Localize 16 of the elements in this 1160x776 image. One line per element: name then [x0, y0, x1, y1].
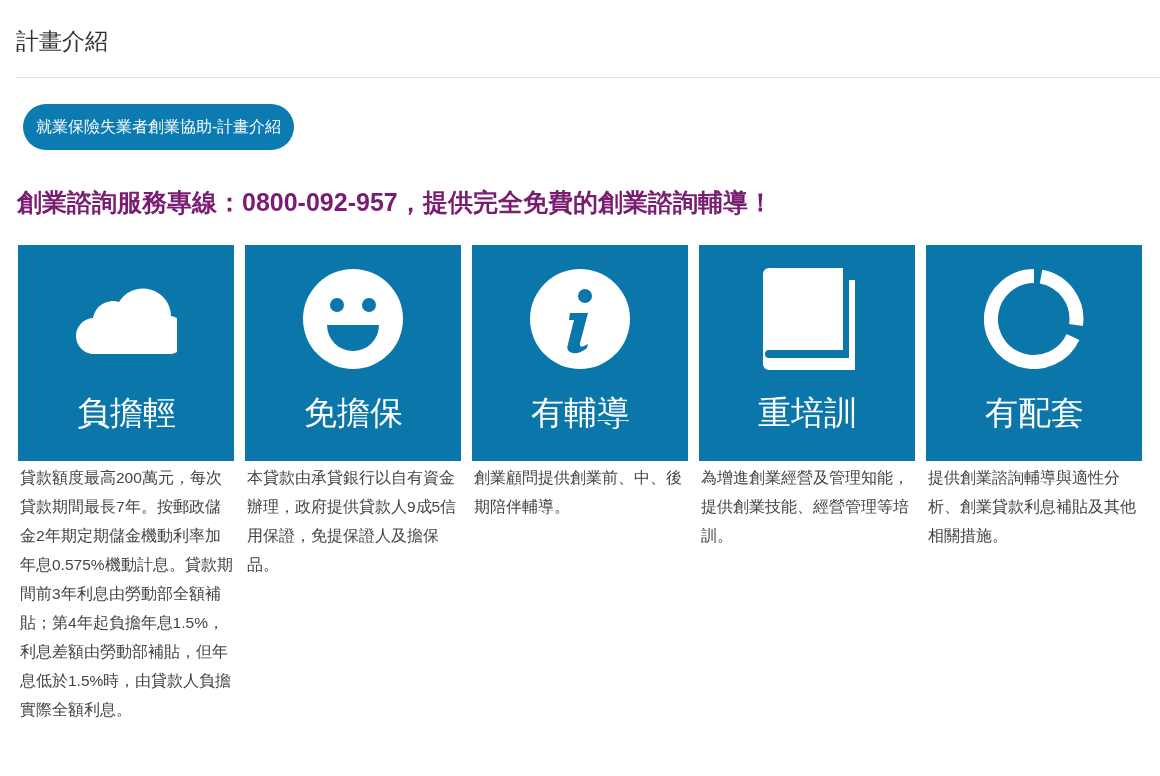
feature-label: 重培訓 — [757, 393, 857, 433]
feature-description: 提供創業諮詢輔導與適性分析、創業貸款利息補貼及其他相關措施。 — [928, 468, 1137, 546]
page-title: 計畫介紹 — [15, 0, 1160, 78]
feature-label: 負擔輕 — [76, 393, 176, 433]
feature-description: 為增進創業經營及管理知能，提供創業技能、經營管理等培訓。 — [701, 468, 910, 546]
info-icon — [530, 269, 630, 369]
donut-icon — [984, 269, 1084, 369]
feature-description: 貸款額度最高200萬元，每次貸款期間最長7年。按郵政儲金2年期定期儲金機動利率加年息0.575%機動計息。貸款期間前3年利息由勞動部全額補貼；第4年起負擔年息1.5%，利息差額由勞動部補貼，但年息低於1.5%時，由貸款人負擔實際全額利息。 — [20, 468, 234, 720]
feature-description: 本貸款由承貸銀行以自有資金辦理，政府提供貸款人9成5信用保證，免提保證人及擔保品。 — [247, 468, 458, 575]
feature-label: 有輔導 — [530, 393, 630, 433]
smiley-icon — [303, 269, 403, 369]
feature-label: 免擔保 — [303, 393, 403, 433]
feature-description: 創業顧問提供創業前、中、後期陪伴輔導。 — [474, 468, 683, 517]
program-button[interactable]: 就業保險失業者創業協助-計畫介紹 — [23, 104, 295, 150]
headline: 創業諮詢服務專線：0800-092-957，提供完全免費的創業諮詢輔導！ — [17, 187, 774, 218]
feature-label: 有配套 — [984, 393, 1084, 433]
